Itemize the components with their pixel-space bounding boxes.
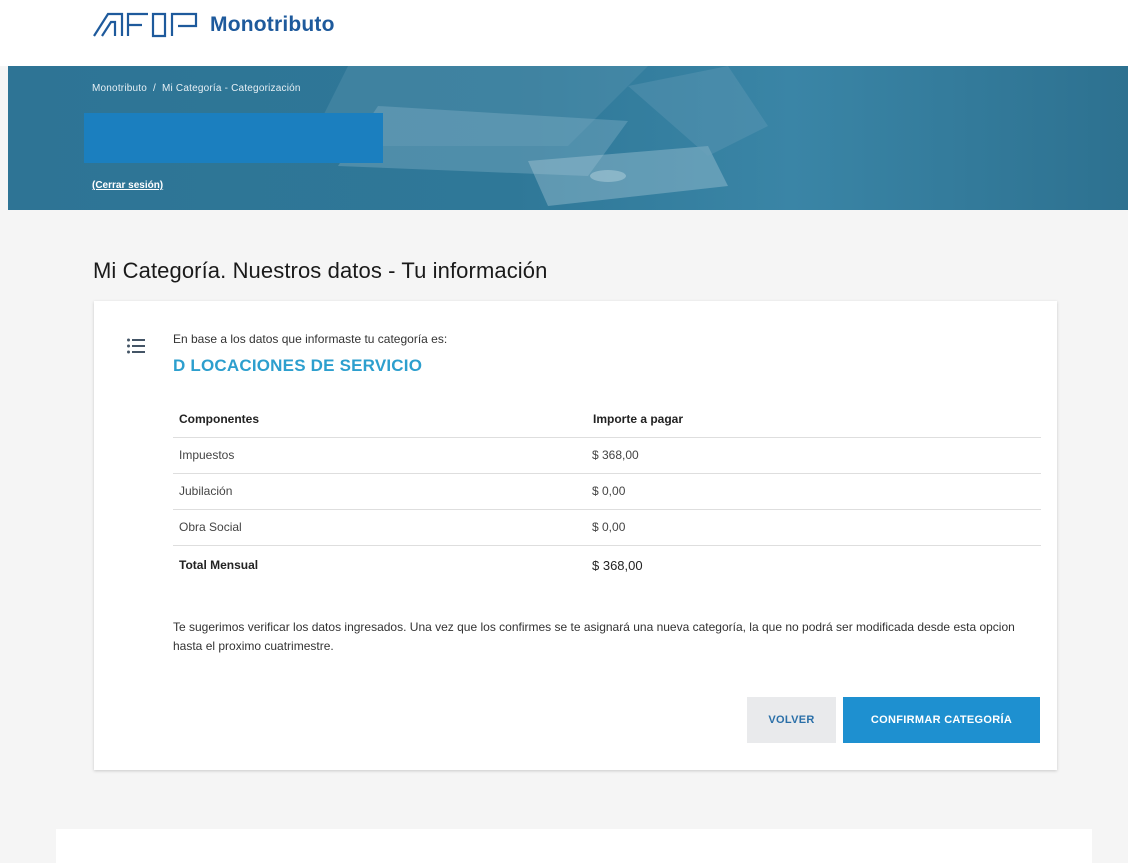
footer-panel bbox=[56, 829, 1092, 863]
breadcrumb: Monotributo / Mi Categoría - Categorizació… bbox=[92, 83, 301, 94]
logout-link[interactable]: (Cerrar sesión) bbox=[92, 180, 163, 191]
breadcrumb-separator: / bbox=[153, 83, 156, 94]
total-amount: $ 368,00 bbox=[592, 557, 643, 573]
row-amount: $ 368,00 bbox=[587, 437, 1041, 474]
brand[interactable]: Monotributo bbox=[92, 10, 335, 40]
confirm-category-button[interactable]: CONFIRMAR CATEGORÍA bbox=[843, 697, 1040, 743]
row-component: Impuestos bbox=[173, 437, 587, 474]
hero-banner: Monotributo / Mi Categoría - Categorizació… bbox=[8, 66, 1128, 210]
breadcrumb-current: Mi Categoría - Categorización bbox=[162, 83, 301, 94]
column-header-importe: Importe a pagar bbox=[587, 402, 1041, 438]
category-name: D LOCACIONES DE SERVICIO bbox=[173, 356, 423, 375]
back-button[interactable]: VOLVER bbox=[747, 697, 836, 743]
category-intro: En base a los datos que informaste tu ca… bbox=[173, 332, 448, 346]
row-amount: $ 0,00 bbox=[587, 473, 1041, 510]
page-title: Mi Categoría. Nuestros datos - Tu inform… bbox=[93, 258, 548, 283]
column-header-componentes: Componentes bbox=[173, 402, 587, 438]
brand-name: Monotributo bbox=[210, 13, 335, 36]
row-component: Obra Social bbox=[173, 509, 587, 546]
payment-table: Componentes Importe a pagar Impuestos $ … bbox=[173, 402, 1041, 585]
total-row: Total Mensual $ 368,00 bbox=[173, 545, 1041, 585]
top-header: Monotributo bbox=[0, 0, 1128, 66]
row-component: Jubilación bbox=[173, 473, 587, 510]
row-amount: $ 0,00 bbox=[587, 509, 1041, 546]
table-row: Impuestos $ 368,00 bbox=[173, 437, 1041, 474]
table-row: Obra Social $ 0,00 bbox=[173, 509, 1041, 546]
list-icon bbox=[127, 338, 145, 354]
afip-logo bbox=[93, 12, 198, 38]
user-info-bar bbox=[84, 113, 383, 163]
table-row: Jubilación $ 0,00 bbox=[173, 473, 1041, 510]
total-label: Total Mensual bbox=[179, 558, 259, 573]
table-header-row: Componentes Importe a pagar bbox=[173, 402, 1041, 438]
verification-note: Te sugerimos verificar los datos ingresa… bbox=[173, 620, 1015, 653]
breadcrumb-home[interactable]: Monotributo bbox=[92, 83, 147, 94]
category-card: En base a los datos que informaste tu ca… bbox=[94, 301, 1057, 770]
